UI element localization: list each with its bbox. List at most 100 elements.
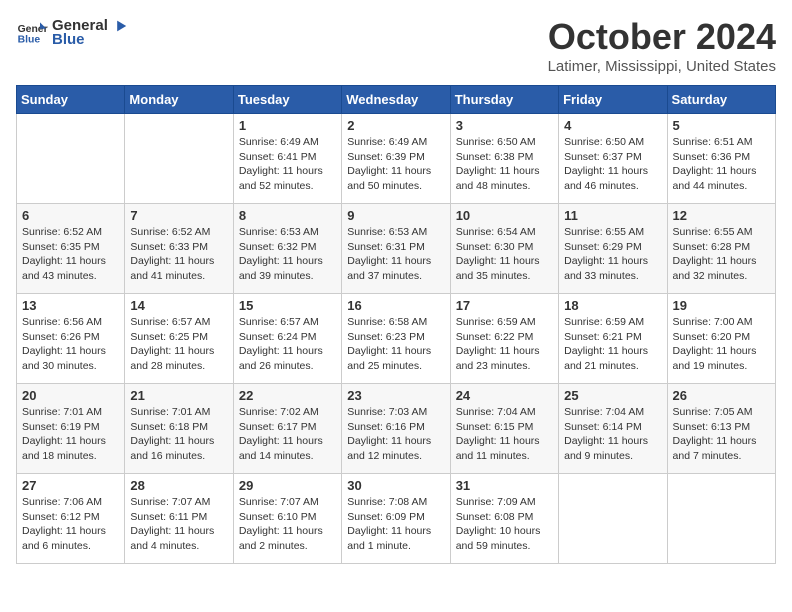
sunrise: Sunrise: 7:07 AM bbox=[239, 496, 319, 508]
calendar-cell: 25 Sunrise: 7:04 AM Sunset: 6:14 PM Dayl… bbox=[559, 384, 667, 474]
sunrise: Sunrise: 6:53 AM bbox=[239, 226, 319, 238]
sunrise: Sunrise: 7:01 AM bbox=[130, 406, 210, 418]
sunrise: Sunrise: 6:54 AM bbox=[456, 226, 536, 238]
sunrise: Sunrise: 6:57 AM bbox=[239, 316, 319, 328]
day-info: Sunrise: 6:50 AM Sunset: 6:38 PM Dayligh… bbox=[456, 135, 553, 194]
daylight: Daylight: 10 hours and 59 minutes. bbox=[456, 525, 541, 552]
day-number: 13 bbox=[22, 298, 119, 313]
calendar-week-row: 20 Sunrise: 7:01 AM Sunset: 6:19 PM Dayl… bbox=[17, 384, 776, 474]
day-info: Sunrise: 7:05 AM Sunset: 6:13 PM Dayligh… bbox=[673, 405, 770, 464]
weekday-header: Monday bbox=[125, 86, 233, 114]
sunrise: Sunrise: 6:59 AM bbox=[564, 316, 644, 328]
calendar-cell: 19 Sunrise: 7:00 AM Sunset: 6:20 PM Dayl… bbox=[667, 294, 775, 384]
day-number: 18 bbox=[564, 298, 661, 313]
day-info: Sunrise: 6:52 AM Sunset: 6:33 PM Dayligh… bbox=[130, 225, 227, 284]
day-number: 5 bbox=[673, 118, 770, 133]
day-info: Sunrise: 7:01 AM Sunset: 6:19 PM Dayligh… bbox=[22, 405, 119, 464]
sunrise: Sunrise: 6:57 AM bbox=[130, 316, 210, 328]
daylight: Daylight: 11 hours and 4 minutes. bbox=[130, 525, 214, 552]
day-number: 24 bbox=[456, 388, 553, 403]
sunrise: Sunrise: 7:08 AM bbox=[347, 496, 427, 508]
sunrise: Sunrise: 7:04 AM bbox=[564, 406, 644, 418]
weekday-header: Sunday bbox=[17, 86, 125, 114]
daylight: Daylight: 11 hours and 30 minutes. bbox=[22, 345, 106, 372]
sunset: Sunset: 6:21 PM bbox=[564, 331, 642, 343]
daylight: Daylight: 11 hours and 28 minutes. bbox=[130, 345, 214, 372]
daylight: Daylight: 11 hours and 52 minutes. bbox=[239, 165, 323, 192]
day-info: Sunrise: 6:49 AM Sunset: 6:39 PM Dayligh… bbox=[347, 135, 444, 194]
sunset: Sunset: 6:22 PM bbox=[456, 331, 534, 343]
day-info: Sunrise: 6:56 AM Sunset: 6:26 PM Dayligh… bbox=[22, 315, 119, 374]
calendar-cell: 11 Sunrise: 6:55 AM Sunset: 6:29 PM Dayl… bbox=[559, 204, 667, 294]
day-info: Sunrise: 7:01 AM Sunset: 6:18 PM Dayligh… bbox=[130, 405, 227, 464]
day-number: 7 bbox=[130, 208, 227, 223]
calendar-week-row: 1 Sunrise: 6:49 AM Sunset: 6:41 PM Dayli… bbox=[17, 114, 776, 204]
daylight: Daylight: 11 hours and 26 minutes. bbox=[239, 345, 323, 372]
weekday-header: Friday bbox=[559, 86, 667, 114]
day-number: 1 bbox=[239, 118, 336, 133]
daylight: Daylight: 11 hours and 23 minutes. bbox=[456, 345, 540, 372]
calendar-cell: 1 Sunrise: 6:49 AM Sunset: 6:41 PM Dayli… bbox=[233, 114, 341, 204]
day-info: Sunrise: 6:49 AM Sunset: 6:41 PM Dayligh… bbox=[239, 135, 336, 194]
sunset: Sunset: 6:10 PM bbox=[239, 511, 317, 523]
weekday-header: Saturday bbox=[667, 86, 775, 114]
day-info: Sunrise: 6:53 AM Sunset: 6:32 PM Dayligh… bbox=[239, 225, 336, 284]
calendar-cell: 7 Sunrise: 6:52 AM Sunset: 6:33 PM Dayli… bbox=[125, 204, 233, 294]
calendar-cell: 17 Sunrise: 6:59 AM Sunset: 6:22 PM Dayl… bbox=[450, 294, 558, 384]
day-number: 14 bbox=[130, 298, 227, 313]
sunrise: Sunrise: 7:01 AM bbox=[22, 406, 102, 418]
sunset: Sunset: 6:37 PM bbox=[564, 151, 642, 163]
day-info: Sunrise: 7:04 AM Sunset: 6:15 PM Dayligh… bbox=[456, 405, 553, 464]
calendar-cell bbox=[125, 114, 233, 204]
day-number: 27 bbox=[22, 478, 119, 493]
sunset: Sunset: 6:11 PM bbox=[130, 511, 207, 523]
sunrise: Sunrise: 7:04 AM bbox=[456, 406, 536, 418]
day-info: Sunrise: 6:52 AM Sunset: 6:35 PM Dayligh… bbox=[22, 225, 119, 284]
day-number: 30 bbox=[347, 478, 444, 493]
day-info: Sunrise: 7:07 AM Sunset: 6:10 PM Dayligh… bbox=[239, 495, 336, 554]
day-number: 23 bbox=[347, 388, 444, 403]
day-number: 11 bbox=[564, 208, 661, 223]
sunset: Sunset: 6:23 PM bbox=[347, 331, 425, 343]
logo-arrow-icon bbox=[110, 17, 128, 35]
daylight: Daylight: 11 hours and 44 minutes. bbox=[673, 165, 757, 192]
sunset: Sunset: 6:41 PM bbox=[239, 151, 317, 163]
calendar-cell: 27 Sunrise: 7:06 AM Sunset: 6:12 PM Dayl… bbox=[17, 474, 125, 564]
header-row: SundayMondayTuesdayWednesdayThursdayFrid… bbox=[17, 86, 776, 114]
daylight: Daylight: 11 hours and 39 minutes. bbox=[239, 255, 323, 282]
calendar-week-row: 6 Sunrise: 6:52 AM Sunset: 6:35 PM Dayli… bbox=[17, 204, 776, 294]
day-number: 29 bbox=[239, 478, 336, 493]
sunrise: Sunrise: 6:56 AM bbox=[22, 316, 102, 328]
day-info: Sunrise: 6:54 AM Sunset: 6:30 PM Dayligh… bbox=[456, 225, 553, 284]
daylight: Daylight: 11 hours and 7 minutes. bbox=[673, 435, 757, 462]
day-number: 31 bbox=[456, 478, 553, 493]
sunrise: Sunrise: 6:50 AM bbox=[564, 136, 644, 148]
day-number: 15 bbox=[239, 298, 336, 313]
calendar-cell: 3 Sunrise: 6:50 AM Sunset: 6:38 PM Dayli… bbox=[450, 114, 558, 204]
sunrise: Sunrise: 6:59 AM bbox=[456, 316, 536, 328]
sunrise: Sunrise: 7:06 AM bbox=[22, 496, 102, 508]
sunrise: Sunrise: 7:02 AM bbox=[239, 406, 319, 418]
daylight: Daylight: 11 hours and 41 minutes. bbox=[130, 255, 214, 282]
weekday-header: Tuesday bbox=[233, 86, 341, 114]
location: Latimer, Mississippi, United States bbox=[548, 58, 776, 75]
day-number: 25 bbox=[564, 388, 661, 403]
sunrise: Sunrise: 6:58 AM bbox=[347, 316, 427, 328]
sunset: Sunset: 6:32 PM bbox=[239, 241, 317, 253]
sunset: Sunset: 6:30 PM bbox=[456, 241, 534, 253]
daylight: Daylight: 11 hours and 2 minutes. bbox=[239, 525, 323, 552]
calendar-week-row: 27 Sunrise: 7:06 AM Sunset: 6:12 PM Dayl… bbox=[17, 474, 776, 564]
day-info: Sunrise: 7:09 AM Sunset: 6:08 PM Dayligh… bbox=[456, 495, 553, 554]
sunset: Sunset: 6:14 PM bbox=[564, 421, 642, 433]
sunrise: Sunrise: 6:55 AM bbox=[564, 226, 644, 238]
sunset: Sunset: 6:17 PM bbox=[239, 421, 317, 433]
calendar-cell: 29 Sunrise: 7:07 AM Sunset: 6:10 PM Dayl… bbox=[233, 474, 341, 564]
calendar-cell: 5 Sunrise: 6:51 AM Sunset: 6:36 PM Dayli… bbox=[667, 114, 775, 204]
daylight: Daylight: 11 hours and 12 minutes. bbox=[347, 435, 431, 462]
day-info: Sunrise: 6:51 AM Sunset: 6:36 PM Dayligh… bbox=[673, 135, 770, 194]
day-number: 26 bbox=[673, 388, 770, 403]
day-info: Sunrise: 6:55 AM Sunset: 6:28 PM Dayligh… bbox=[673, 225, 770, 284]
sunrise: Sunrise: 7:03 AM bbox=[347, 406, 427, 418]
day-number: 16 bbox=[347, 298, 444, 313]
svg-text:General: General bbox=[18, 24, 48, 35]
